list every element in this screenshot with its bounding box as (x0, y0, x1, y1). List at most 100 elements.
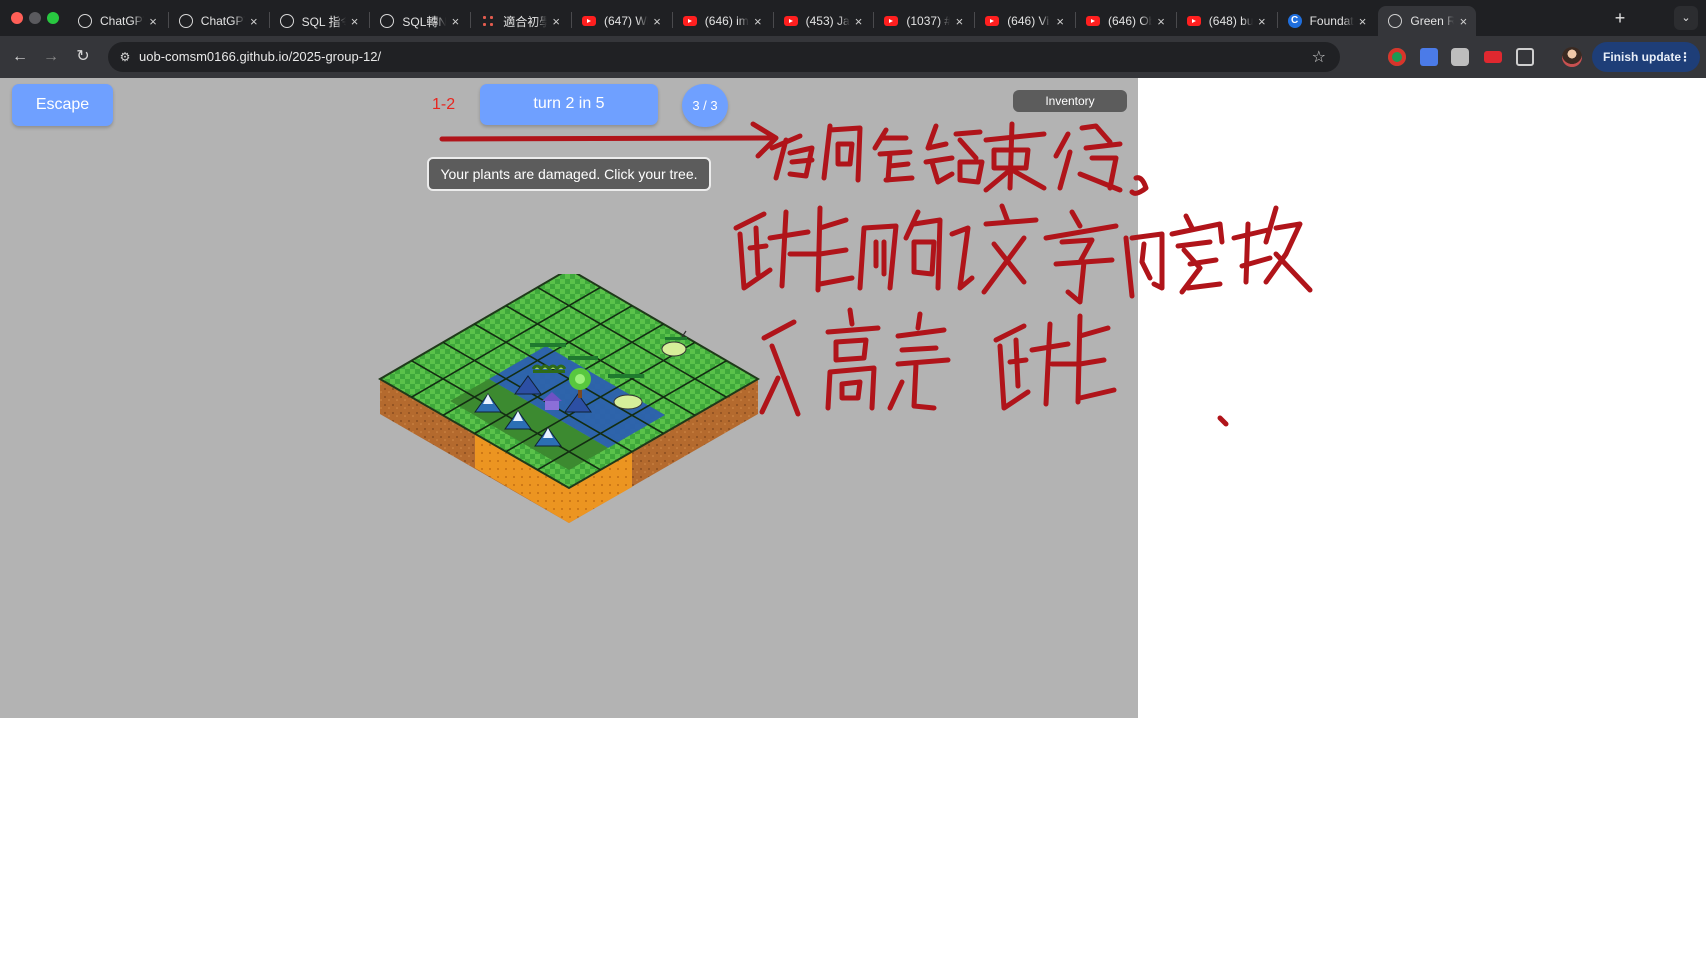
youtube-icon (1086, 16, 1100, 26)
tab-strip: ChatGPT×ChatGPT×SQL 指令×SQL轉NL×適合初學×(647)… (0, 0, 1706, 36)
youtube-icon (985, 16, 1000, 26)
tab-title: (453) Ja (805, 14, 850, 28)
tab-separator (1276, 12, 1278, 28)
finish-update-label: Finish update (1603, 50, 1681, 64)
tab-title: (646) im (704, 14, 749, 28)
tab-separator (571, 12, 572, 28)
close-tab-icon[interactable]: × (245, 14, 263, 29)
tree-health-bar (568, 356, 598, 360)
tab-title: SQL 指令 (301, 14, 346, 29)
tab-title: (1037) # (906, 14, 951, 28)
close-tab-icon[interactable]: × (1051, 14, 1069, 29)
finish-update-button[interactable]: Finish update ⋮ (1592, 42, 1700, 72)
tab-separator (369, 12, 371, 28)
chatgpt-icon (279, 14, 294, 28)
level-label: 1-2 (432, 96, 456, 113)
coursera-icon: C (1287, 14, 1302, 28)
menu-kebab-icon: ⋮ (1679, 50, 1691, 64)
browser-tab[interactable]: (648) bu × (1177, 6, 1275, 36)
escape-button[interactable]: Escape (12, 84, 113, 126)
tab-title: Foundati (1309, 14, 1354, 28)
browser-tab[interactable]: Green Re× (1378, 6, 1477, 36)
tab-separator (974, 12, 976, 28)
browser-tab[interactable]: SQL 指令× (270, 6, 368, 36)
back-button[interactable]: ← (8, 45, 32, 69)
tab-search-button[interactable]: ⌄ (1674, 6, 1698, 30)
browser-tab[interactable]: (647) Wh× (572, 6, 670, 36)
minimize-window-button[interactable] (29, 12, 41, 24)
tab-title: (648) bu (1208, 14, 1253, 28)
tab-title: Green Re (1410, 14, 1455, 28)
tab-separator (671, 12, 673, 28)
tab-title: 適合初學 (503, 14, 548, 29)
tab-title: (646) Vi (1007, 14, 1049, 28)
browser-tab[interactable]: SQL轉NL× (370, 6, 468, 36)
youtube-icon (783, 16, 798, 26)
tab-separator (772, 12, 774, 28)
tab-title: (646) Ob (1108, 14, 1152, 28)
browser-tab[interactable]: ChatGPT× (68, 6, 166, 36)
bookmark-star-icon[interactable]: ☆ (1312, 47, 1326, 67)
game-canvas[interactable]: Escape 1-2 turn 2 in 5 3 / 3 Your plants… (0, 78, 1138, 718)
browser-tab[interactable]: 適合初學 × (471, 6, 569, 36)
youtube-icon (1186, 16, 1201, 26)
close-tab-icon[interactable]: × (749, 14, 767, 29)
zoom-window-button[interactable] (47, 12, 59, 24)
forward-button[interactable]: → (39, 45, 63, 69)
tab-separator (1175, 12, 1177, 28)
close-tab-icon[interactable]: × (547, 14, 565, 29)
page-viewport: Escape 1-2 turn 2 in 5 3 / 3 Your plants… (0, 78, 1706, 960)
youtube-extension-icon[interactable] (1484, 51, 1502, 63)
tab-title: ChatGPT (100, 14, 144, 28)
tab-title: ChatGPT (200, 14, 245, 28)
isometric-game-board[interactable] (375, 274, 765, 619)
profile-avatar[interactable] (1562, 47, 1582, 67)
browser-tab[interactable]: (1037) # × (874, 6, 972, 36)
new-tab-button[interactable]: + (1606, 6, 1634, 30)
camera-extension-icon[interactable] (1451, 48, 1469, 66)
record-extension-icon[interactable] (1388, 48, 1406, 66)
site-info-icon[interactable]: ⚙ (116, 48, 134, 66)
browser-tab[interactable]: (453) Ja × (774, 6, 872, 36)
inventory-button[interactable]: Inventory (1013, 90, 1127, 112)
youtube-icon (582, 16, 596, 26)
tab-separator (873, 12, 875, 28)
address-bar[interactable]: ⚙ uob-comsm0166.github.io/2025-group-12/… (108, 42, 1340, 72)
close-tab-icon[interactable]: × (1253, 14, 1271, 29)
tab-separator (167, 12, 169, 28)
close-tab-icon[interactable]: × (446, 14, 464, 29)
tab-title: (647) Wh (604, 14, 648, 28)
tab-separator (268, 12, 270, 28)
close-tab-icon[interactable]: × (346, 14, 364, 29)
reload-button[interactable]: ↻ (71, 45, 95, 69)
browser-tab[interactable]: ChatGPT× (169, 6, 267, 36)
browser-toolbar: ← → ↻ ⚙ uob-comsm0166.github.io/2025-gro… (0, 36, 1706, 78)
youtube-icon (682, 16, 697, 26)
close-tab-icon[interactable]: × (850, 14, 868, 29)
extensions-puzzle-icon[interactable] (1516, 48, 1534, 66)
youtube-icon (884, 16, 899, 26)
url-text[interactable]: uob-comsm0166.github.io/2025-group-12/ (139, 49, 381, 64)
close-tab-icon[interactable]: × (1354, 14, 1372, 29)
action-counter-badge: 3 / 3 (682, 84, 728, 127)
browser-tab[interactable]: (646) Vi × (975, 6, 1073, 36)
tab-title: SQL轉NL (402, 14, 447, 29)
close-tab-icon[interactable]: × (144, 14, 162, 29)
chatgpt-icon (380, 14, 395, 28)
browser-tab[interactable]: (646) im × (673, 6, 771, 36)
globe-icon (1388, 14, 1403, 28)
close-tab-icon[interactable]: × (648, 14, 666, 29)
browser-tab[interactable]: C Foundati × (1278, 6, 1376, 36)
chatgpt-icon (178, 14, 193, 28)
close-tab-icon[interactable]: × (950, 14, 968, 29)
close-tab-icon[interactable]: × (1152, 14, 1170, 29)
dots-icon (481, 14, 496, 28)
status-message-box: Your plants are damaged. Click your tree… (427, 157, 711, 191)
close-window-button[interactable] (11, 12, 23, 24)
tab-separator (470, 12, 472, 28)
translate-extension-icon[interactable] (1420, 48, 1438, 66)
tab-separator (1075, 12, 1076, 28)
turn-indicator: turn 2 in 5 (480, 84, 658, 125)
browser-tab[interactable]: (646) Ob × (1076, 6, 1174, 36)
close-tab-icon[interactable]: × (1454, 14, 1472, 29)
